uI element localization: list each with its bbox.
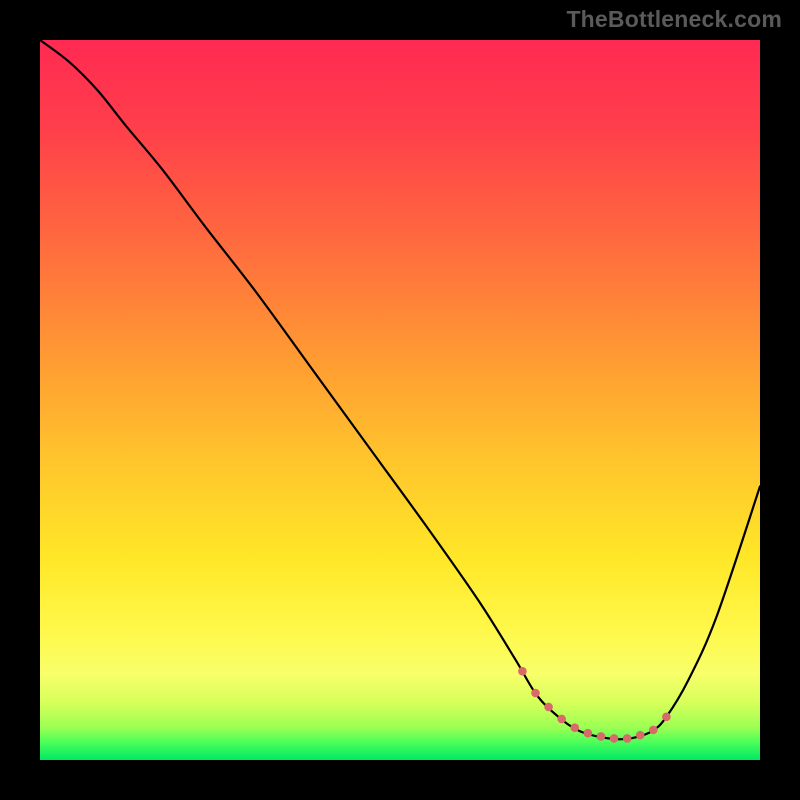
tolerance-marker xyxy=(544,703,553,712)
watermark-text: TheBottleneck.com xyxy=(566,6,782,33)
tolerance-marker xyxy=(662,713,671,722)
bottleneck-chart xyxy=(40,40,760,760)
tolerance-marker xyxy=(584,729,593,738)
tolerance-marker xyxy=(518,667,527,676)
tolerance-marker xyxy=(623,734,632,743)
tolerance-marker xyxy=(570,723,579,732)
tolerance-marker xyxy=(597,732,606,741)
tolerance-marker xyxy=(636,731,645,740)
tolerance-marker xyxy=(649,726,658,735)
tolerance-marker xyxy=(610,734,619,743)
chart-svg xyxy=(40,40,760,760)
tolerance-marker xyxy=(531,689,540,698)
tolerance-marker xyxy=(557,715,566,724)
gradient-background xyxy=(40,40,760,760)
